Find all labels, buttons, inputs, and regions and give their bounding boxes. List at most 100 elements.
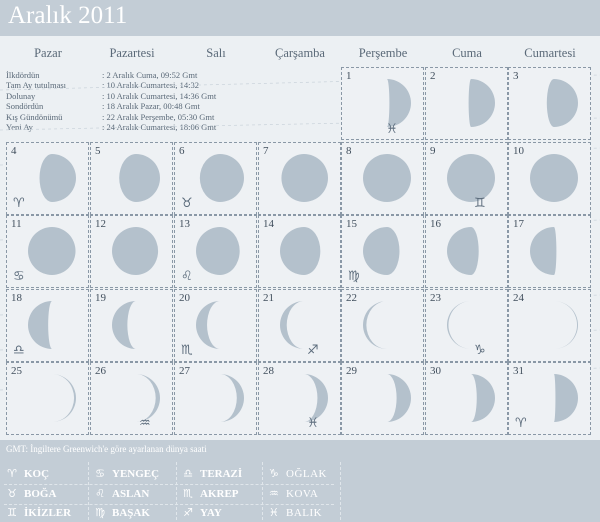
zodiac-sign-icon: ♋ [13, 269, 25, 284]
moon-lit-part [112, 227, 159, 275]
moon-phase-icon [304, 374, 328, 422]
day-number: 1 [346, 70, 352, 82]
moon-lit-part [28, 227, 76, 275]
zodiac-sign-icon: ♈ [13, 196, 25, 211]
zodiac-symbol-icon: ♍ [95, 506, 105, 519]
moon-lit-part [471, 374, 495, 422]
legend-item: ♍ BAŞAK [92, 506, 178, 522]
day-number: 12 [95, 218, 106, 230]
moon-phase-icon [28, 227, 76, 275]
legend-item: ♊ İKİZLER [4, 506, 90, 522]
moon-phase-icon [387, 374, 411, 422]
zodiac-sign-icon: ♉ [181, 196, 193, 211]
moon-phase-icon [546, 79, 578, 127]
moon-phase-icon [136, 374, 160, 422]
day-cell: 12 [90, 215, 173, 288]
moon-lit-part [28, 301, 52, 349]
zodiac-sign-icon: ♈ [515, 416, 527, 431]
moon-phase-icon [280, 301, 304, 349]
legend-item: ♐ YAY [180, 506, 266, 522]
moon-phase-icon [447, 301, 471, 349]
moon-lit-part [363, 227, 400, 275]
day-number: 14 [263, 218, 274, 230]
legend-label: KOVA [286, 488, 319, 500]
legend-rule [4, 504, 334, 505]
moon-lit-part [530, 227, 557, 275]
zodiac-sign-icon: ♓ [307, 416, 319, 431]
day-cell: 13 ♌ [174, 215, 257, 288]
moon-lit-part [554, 374, 578, 422]
moon-phase-icon [530, 154, 578, 202]
moon-phase-icon [554, 374, 578, 422]
title-bar: Aralık 2011 [0, 0, 600, 36]
zodiac-symbol-icon: ♎ [183, 467, 193, 480]
day-number: 3 [513, 70, 519, 82]
legend-label: OĞLAK [286, 468, 327, 480]
moon-lit-part [112, 301, 136, 349]
moon-phase-icon [28, 301, 52, 349]
zodiac-symbol-icon: ♏ [183, 487, 193, 500]
day-cell: 2 [425, 67, 508, 140]
zodiac-sign-icon: ♒ [139, 416, 151, 431]
moon-phase-icon [363, 227, 400, 275]
moon-lit-part [280, 227, 321, 275]
legend-label: TERAZİ [200, 468, 243, 480]
gmt-note-bar: GMT: İngiltere Greenwich'e göre ayarlana… [0, 440, 600, 460]
day-cell: 29 [341, 362, 424, 435]
day-cell: 1 ♓ [341, 67, 424, 140]
legend-divider [88, 462, 89, 520]
moon-phase-icon [281, 154, 328, 202]
moon-lit-part [447, 227, 479, 275]
moon-phase-icon [363, 154, 411, 202]
day-number: 22 [346, 292, 357, 304]
zodiac-sign-icon: ♏ [181, 343, 193, 358]
legend-item: ♌ ASLAN [92, 487, 178, 503]
weekday-5: Perşembe [358, 46, 408, 60]
moon-phase-icon [280, 227, 321, 275]
day-number: 16 [430, 218, 441, 230]
moon-lit-part [119, 154, 160, 202]
legend-item: ♈ KOÇ [4, 467, 90, 483]
moon-phase-icon [39, 154, 76, 202]
moon-phase-icon [387, 79, 411, 127]
legend-divider [176, 462, 177, 520]
day-number: 9 [430, 145, 436, 157]
day-number: 25 [11, 365, 22, 377]
day-cell: 18 ♎ [6, 289, 89, 362]
day-number: 10 [513, 145, 524, 157]
legend-item: ♎ TERAZİ [180, 467, 266, 483]
day-number: 5 [95, 145, 101, 157]
moon-lit-part [196, 301, 220, 349]
moon-phase-icon [112, 227, 159, 275]
legend-divider [340, 462, 341, 520]
day-cell: 14 [258, 215, 341, 288]
day-number: 23 [430, 292, 441, 304]
day-cell: 16 [425, 215, 508, 288]
day-cell: 22 [341, 289, 424, 362]
day-number: 27 [179, 365, 190, 377]
moon-lit-part [136, 374, 160, 422]
moon-phase-icon [447, 154, 495, 202]
day-number: 30 [430, 365, 441, 377]
day-number: 18 [11, 292, 22, 304]
day-cell: 31 ♈ [508, 362, 591, 435]
day-cell: 7 [258, 142, 341, 215]
legend-label: BOĞA [24, 488, 57, 500]
moon-lit-part [220, 374, 244, 422]
day-number: 6 [179, 145, 185, 157]
moon-phase-icon [554, 301, 578, 349]
zodiac-symbol-icon: ♋ [95, 467, 105, 480]
day-number: 28 [263, 365, 274, 377]
moon-lit-part [387, 79, 411, 127]
zodiac-legend: ♈ KOÇ ♉ BOĞA ♊ İKİZLER ♋ YENGEÇ ♌ ASLAN ♍ BAŞAK ♎ TER… [0, 460, 600, 522]
legend-item: ♉ BOĞA [4, 487, 90, 503]
day-cell: 17 [508, 215, 591, 288]
day-number: 26 [95, 365, 106, 377]
zodiac-symbol-icon: ♈ [7, 467, 17, 480]
legend-item: ♋ YENGEÇ [92, 467, 178, 483]
weekday-3: Salı [206, 46, 226, 60]
moon-disc [530, 154, 578, 202]
moon-phase-icon [112, 301, 136, 349]
day-number: 20 [179, 292, 190, 304]
moon-phase-icon [447, 227, 479, 275]
